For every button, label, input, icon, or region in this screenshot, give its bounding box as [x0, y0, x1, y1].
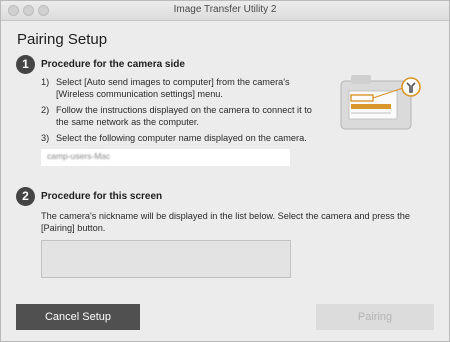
step-1-badge: 1	[16, 55, 35, 74]
item-text: Select [Auto send images to computer] fr…	[56, 77, 290, 99]
step-1-title: Procedure for the camera side	[41, 59, 185, 70]
item-text: Follow the instructions displayed on the…	[56, 105, 312, 127]
computer-name-field[interactable]: camp-users-Mac	[41, 149, 290, 166]
item-number: 2)	[41, 105, 50, 115]
window-title: Image Transfer Utility 2	[173, 4, 277, 15]
cancel-setup-button[interactable]: Cancel Setup	[16, 304, 140, 330]
step-1-item-2: 2) Follow the instructions displayed on …	[41, 104, 331, 128]
item-number: 1)	[41, 77, 50, 87]
camera-list[interactable]	[41, 240, 291, 278]
step-2-title: Procedure for this screen	[41, 191, 163, 202]
step-1-item-3: 3) Select the following computer name di…	[41, 132, 331, 144]
camera-wrench-illustration-icon	[340, 75, 421, 130]
app-window: Image Transfer Utility 2 Pairing Setup 1…	[0, 0, 450, 342]
item-text: Select the following computer name displ…	[56, 133, 307, 143]
computer-name-value: camp-users-Mac	[47, 151, 111, 161]
step-2-badge: 2	[16, 187, 35, 206]
item-number: 3)	[41, 133, 50, 143]
page-title: Pairing Setup	[17, 31, 108, 48]
pairing-button[interactable]: Pairing	[316, 304, 434, 330]
step-2-description: The camera's nickname will be displayed …	[41, 211, 410, 233]
step-1-item-1: 1) Select [Auto send images to computer]…	[41, 76, 331, 100]
title-bar: Image Transfer Utility 2	[1, 1, 449, 21]
